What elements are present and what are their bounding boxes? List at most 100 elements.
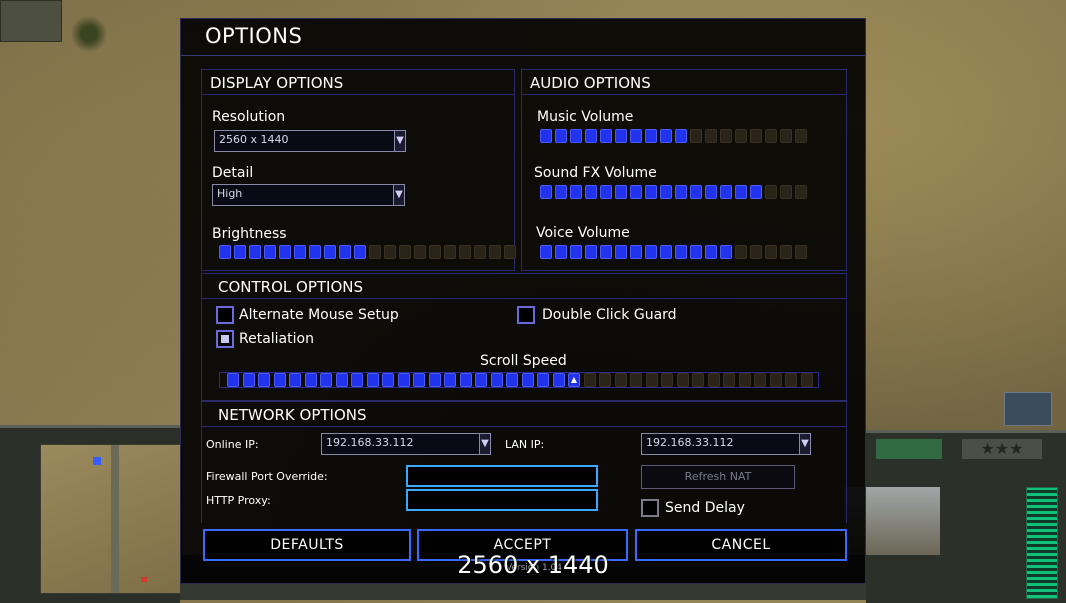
chevron-down-icon[interactable]: ▼ xyxy=(799,434,810,454)
slider-segment xyxy=(227,373,239,387)
slider-segment xyxy=(660,185,672,199)
brightness-slider[interactable] xyxy=(219,245,516,261)
slider-segment xyxy=(785,373,797,387)
slider-segment xyxy=(506,373,518,387)
slider-segment xyxy=(660,245,672,259)
slider-segment xyxy=(675,245,687,259)
slider-segment xyxy=(384,245,396,259)
slider-segment xyxy=(475,373,487,387)
send-delay-label: Send Delay xyxy=(665,500,745,516)
slider-segment xyxy=(504,245,516,259)
slider-segment xyxy=(428,373,441,387)
slider-segment xyxy=(339,245,351,259)
scroll-speed-slider[interactable]: ▲ xyxy=(227,373,817,389)
slider-segment xyxy=(309,245,321,259)
slider-segment xyxy=(555,245,567,259)
slider-segment xyxy=(630,185,642,199)
slider-segment xyxy=(570,185,582,199)
double-click-guard-checkbox[interactable] xyxy=(517,306,535,324)
lan-ip-dropdown[interactable]: 192.168.33.112 ▼ xyxy=(641,433,811,455)
slider-segment xyxy=(754,373,766,387)
slider-segment xyxy=(765,245,777,259)
slider-segment xyxy=(490,373,503,387)
slider-segment xyxy=(765,129,777,143)
control-options-header: CONTROL OPTIONS xyxy=(202,274,846,299)
slider-segment xyxy=(675,129,687,143)
retaliation-checkbox[interactable] xyxy=(216,330,234,348)
scroll-speed-thumb-icon[interactable]: ▲ xyxy=(569,373,579,387)
slider-segment xyxy=(630,245,642,259)
slider-segment xyxy=(690,185,702,199)
slider-segment xyxy=(645,245,657,259)
online-ip-dropdown[interactable]: 192.168.33.112 ▼ xyxy=(321,433,491,455)
slider-segment xyxy=(645,373,658,387)
background-building xyxy=(0,0,62,42)
slider-segment xyxy=(769,373,782,387)
hud-stars-tab: ★★★ xyxy=(962,439,1042,459)
slider-segment xyxy=(552,373,565,387)
slider-segment xyxy=(324,245,336,259)
chevron-down-icon[interactable]: ▼ xyxy=(393,185,404,205)
audio-options-panel: AUDIO OPTIONS Music Volume Sound FX Volu… xyxy=(521,69,847,271)
slider-segment xyxy=(676,373,689,387)
slider-segment xyxy=(369,245,381,259)
lan-ip-value: 192.168.33.112 xyxy=(646,436,734,449)
slider-segment xyxy=(459,373,472,387)
slider-segment xyxy=(780,129,792,143)
chevron-down-icon[interactable]: ▼ xyxy=(394,131,405,151)
slider-segment xyxy=(660,129,672,143)
resolution-label: Resolution xyxy=(212,109,286,125)
slider-segment xyxy=(489,245,501,259)
http-proxy-input[interactable] xyxy=(406,489,598,511)
firewall-port-input[interactable] xyxy=(406,465,598,487)
slider-segment xyxy=(795,185,807,199)
online-ip-value: 192.168.33.112 xyxy=(326,436,414,449)
slider-segment xyxy=(600,185,612,199)
slider-segment xyxy=(397,373,410,387)
slider-segment xyxy=(335,373,348,387)
slider-segment xyxy=(615,129,627,143)
firewall-port-label: Firewall Port Override: xyxy=(206,470,328,483)
slider-segment xyxy=(258,373,270,387)
send-delay-checkbox[interactable] xyxy=(641,499,659,517)
slider-segment xyxy=(675,185,687,199)
slider-segment xyxy=(459,245,471,259)
sfx-volume-slider[interactable] xyxy=(540,185,830,201)
resolution-caption: 2560 x 1440 xyxy=(457,551,609,579)
slider-segment xyxy=(537,373,549,387)
slider-segment xyxy=(351,373,363,387)
detail-label: Detail xyxy=(212,165,254,181)
hud-power-gauge xyxy=(1026,487,1058,599)
voice-volume-slider[interactable] xyxy=(540,245,830,261)
chevron-down-icon[interactable]: ▼ xyxy=(479,434,490,454)
slider-segment xyxy=(382,373,394,387)
slider-segment xyxy=(414,245,426,259)
slider-segment xyxy=(720,185,732,199)
detail-value: High xyxy=(217,187,243,200)
slider-segment xyxy=(444,245,456,259)
slider-segment xyxy=(413,373,425,387)
slider-segment xyxy=(750,185,762,199)
resolution-dropdown[interactable]: 2560 x 1440 ▼ xyxy=(214,130,406,152)
slider-segment xyxy=(795,245,807,259)
slider-segment xyxy=(705,129,717,143)
hud-arrow-tab xyxy=(876,439,942,459)
slider-segment xyxy=(690,245,702,259)
slider-segment xyxy=(366,373,379,387)
slider-segment xyxy=(399,245,411,259)
slider-segment xyxy=(521,373,534,387)
title-divider xyxy=(181,55,865,56)
slider-segment xyxy=(474,245,486,259)
slider-segment xyxy=(294,245,306,259)
slider-segment xyxy=(249,245,261,259)
slider-segment xyxy=(444,373,456,387)
alternate-mouse-checkbox[interactable] xyxy=(216,306,234,324)
detail-dropdown[interactable]: High ▼ xyxy=(212,184,405,206)
music-volume-slider[interactable] xyxy=(540,129,830,145)
voice-volume-label: Voice Volume xyxy=(536,225,630,241)
slider-segment xyxy=(615,245,627,259)
slider-segment xyxy=(614,373,627,387)
refresh-nat-button[interactable]: Refresh NAT xyxy=(641,465,795,489)
slider-segment xyxy=(692,373,704,387)
slider-segment xyxy=(780,245,792,259)
